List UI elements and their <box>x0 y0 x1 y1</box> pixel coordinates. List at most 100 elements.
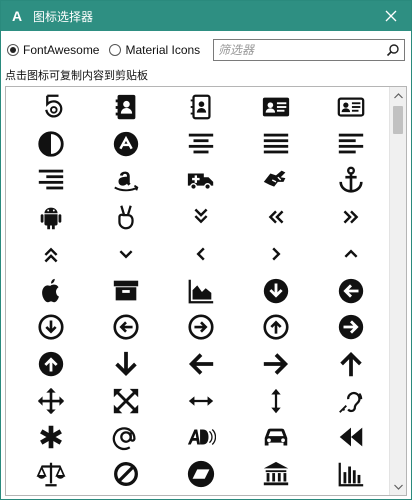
icon-cell[interactable] <box>89 236 163 272</box>
align-justify-icon <box>263 133 289 154</box>
address-card-icon <box>262 97 290 117</box>
icon-cell[interactable] <box>164 346 238 382</box>
icon-cell[interactable] <box>89 309 163 345</box>
radio-fontawesome[interactable]: FontAwesome <box>7 43 99 57</box>
icon-cell[interactable] <box>89 273 163 309</box>
icon-cell[interactable] <box>239 383 313 419</box>
icon-cell[interactable] <box>239 273 313 309</box>
icon-cell[interactable] <box>89 456 163 492</box>
icon-cell[interactable] <box>14 456 88 492</box>
icon-cell[interactable] <box>14 419 88 455</box>
at-icon <box>112 427 136 451</box>
american-sign-language-icon <box>263 171 286 187</box>
vertical-scrollbar[interactable] <box>389 87 406 495</box>
arrow-up-icon <box>340 351 362 377</box>
icon-cell[interactable] <box>314 309 388 345</box>
icon-cell[interactable] <box>14 346 88 382</box>
icon-cell[interactable] <box>239 456 313 492</box>
balance-scale-icon <box>36 462 66 487</box>
filter-input[interactable] <box>214 41 384 59</box>
assistive-listening-icon <box>339 391 363 413</box>
chevron-down-icon <box>394 484 403 490</box>
icon-cell[interactable] <box>314 199 388 235</box>
icon-cell[interactable] <box>314 89 388 125</box>
icon-cell[interactable] <box>314 419 388 455</box>
icon-cell[interactable] <box>239 162 313 198</box>
backward-icon <box>339 427 363 447</box>
radio-material-icons-dot[interactable] <box>109 44 122 56</box>
icon-cell[interactable] <box>14 383 88 419</box>
icon-cell[interactable] <box>314 126 388 162</box>
icon-cell[interactable] <box>164 419 238 455</box>
icon-cell[interactable] <box>314 162 388 198</box>
icon-cell[interactable] <box>89 383 163 419</box>
icon-cell[interactable] <box>89 126 163 162</box>
icon-cell[interactable] <box>14 309 88 345</box>
scroll-up-button[interactable] <box>390 87 406 104</box>
icon-cell[interactable] <box>239 199 313 235</box>
icon-cell[interactable] <box>164 89 238 125</box>
icon-cell[interactable] <box>314 346 388 382</box>
arrows-v-icon <box>271 388 281 413</box>
icon-cell[interactable] <box>164 456 238 492</box>
icon-cell[interactable] <box>14 89 88 125</box>
icon-cell[interactable] <box>164 126 238 162</box>
icon-cell[interactable] <box>89 346 163 382</box>
arrow-circle-left-icon <box>338 278 364 303</box>
icon-cell[interactable] <box>89 419 163 455</box>
automobile-icon <box>264 428 288 446</box>
icon-cell[interactable] <box>89 162 163 198</box>
icon-cell[interactable] <box>314 383 388 419</box>
filter-box[interactable] <box>213 39 405 61</box>
icon-cell[interactable] <box>89 89 163 125</box>
icon-cell[interactable] <box>314 456 388 492</box>
angle-double-up-icon <box>44 247 58 263</box>
audio-description-icon <box>187 429 216 446</box>
apple-icon <box>42 278 59 302</box>
arrows-icon <box>37 387 65 414</box>
area-chart-icon <box>188 279 214 303</box>
icon-cell[interactable] <box>164 273 238 309</box>
icon-cell[interactable] <box>14 162 88 198</box>
icon-cell[interactable] <box>239 126 313 162</box>
icon-cell[interactable] <box>239 236 313 272</box>
icon-cell[interactable] <box>314 273 388 309</box>
bandcamp-icon <box>187 460 215 488</box>
icon-cell[interactable] <box>164 309 238 345</box>
icon-cell[interactable] <box>314 236 388 272</box>
arrow-right-icon <box>263 353 289 375</box>
copy-hint: 点击图标可复制内容到剪贴板 <box>5 70 148 82</box>
icon-cell[interactable] <box>14 236 88 272</box>
app-logo: A <box>11 8 23 24</box>
icon-cell[interactable] <box>164 383 238 419</box>
icon-cell[interactable] <box>239 309 313 345</box>
radio-fontawesome-dot[interactable] <box>7 44 19 56</box>
icon-cell[interactable] <box>14 126 88 162</box>
icon-cell[interactable] <box>89 199 163 235</box>
angle-double-right-icon <box>343 210 359 224</box>
scrollbar-thumb[interactable] <box>393 106 403 134</box>
icon-cell[interactable] <box>239 346 313 382</box>
ban-icon <box>114 462 138 486</box>
icon-cell[interactable] <box>14 273 88 309</box>
close-icon <box>385 10 397 22</box>
scroll-down-button[interactable] <box>390 478 406 495</box>
close-button[interactable] <box>371 1 411 31</box>
radio-material-icons[interactable]: Material Icons <box>109 43 200 57</box>
icon-cell[interactable] <box>14 199 88 235</box>
icon-cell[interactable] <box>239 419 313 455</box>
icon-cell[interactable] <box>164 162 238 198</box>
icon-cell[interactable] <box>164 236 238 272</box>
angle-right-icon <box>272 247 281 261</box>
bank-icon <box>263 461 289 486</box>
icon-cell[interactable] <box>239 89 313 125</box>
icon-cell[interactable] <box>164 199 238 235</box>
adn-icon <box>113 131 139 156</box>
toolbar: FontAwesome Material Icons <box>7 39 405 61</box>
align-left-icon <box>338 133 364 154</box>
search-icon[interactable] <box>386 43 400 57</box>
address-book-o-icon <box>190 94 211 120</box>
arrow-circle-o-left-icon <box>113 314 139 340</box>
radio-material-icons-label[interactable]: Material Icons <box>125 43 200 57</box>
radio-fontawesome-label[interactable]: FontAwesome <box>23 43 99 57</box>
